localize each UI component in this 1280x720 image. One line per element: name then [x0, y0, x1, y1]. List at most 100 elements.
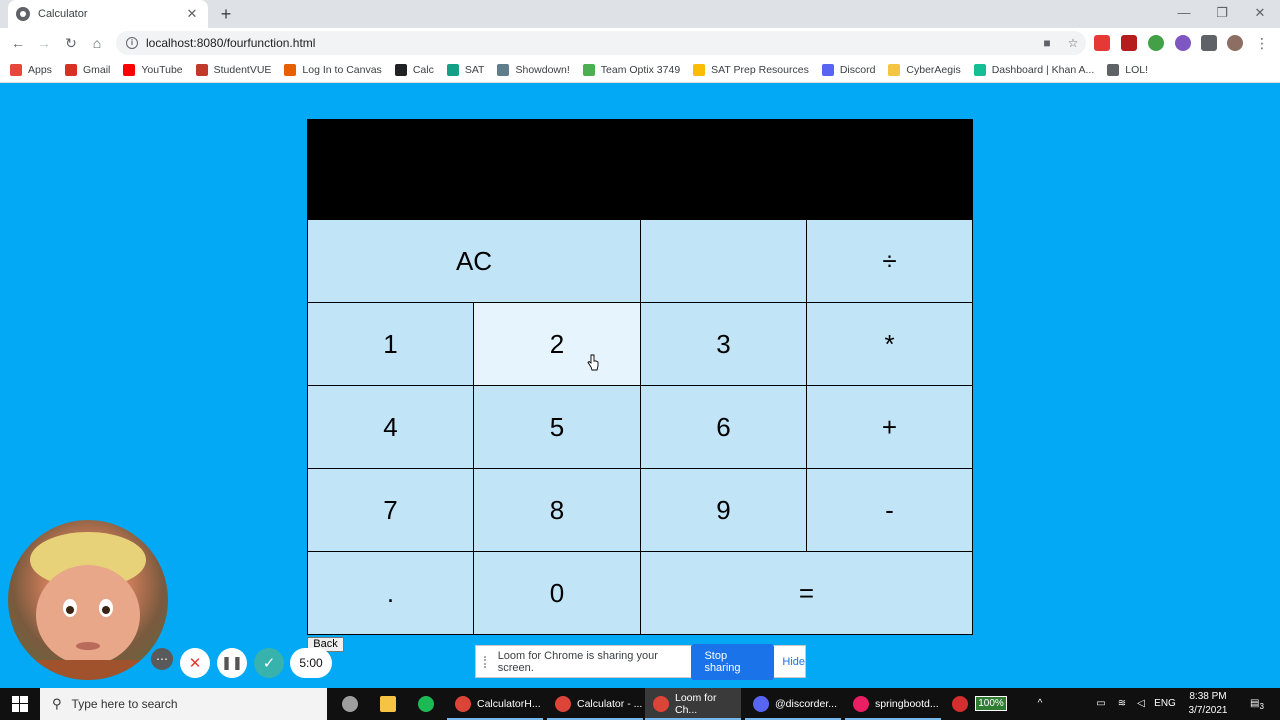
one-button[interactable]: 1: [307, 302, 474, 386]
star-icon[interactable]: ☆: [1060, 36, 1086, 50]
wifi-icon[interactable]: ≋: [1112, 688, 1132, 720]
reload-icon[interactable]: ↻: [61, 33, 81, 53]
app-icon: [555, 696, 571, 712]
bookmark-label: Calc: [412, 64, 434, 76]
search-icon: ⚲: [52, 696, 62, 711]
eight-button[interactable]: 8: [473, 468, 641, 552]
app-icon: [853, 696, 869, 712]
forward-arrow-icon[interactable]: →: [34, 33, 54, 53]
search-placeholder: Type here to search: [71, 697, 178, 711]
two-button[interactable]: 2: [473, 302, 641, 386]
pause-icon[interactable]: ❚❚: [217, 648, 247, 678]
bookmark-item[interactable]: Log In to Canvas: [284, 64, 382, 76]
clock[interactable]: 8:38 PM 3/7/2021: [1182, 690, 1234, 718]
bookmark-item[interactable]: Showdown!: [497, 64, 570, 76]
file-explorer-icon[interactable]: [372, 688, 402, 720]
bookmark-item[interactable]: StudentVUE: [195, 64, 271, 76]
taskbar-app-label: Loom for Ch...: [675, 692, 717, 716]
six-button[interactable]: 6: [640, 385, 807, 469]
menu-dots-icon[interactable]: ⋮: [1252, 33, 1272, 53]
extension-icon[interactable]: [1148, 35, 1164, 51]
profile-avatar[interactable]: [1227, 35, 1243, 51]
bookmark-item[interactable]: LOL!: [1107, 64, 1148, 76]
add-button[interactable]: +: [806, 385, 973, 469]
bookmark-label: SAT: [464, 64, 485, 76]
bookmark-item[interactable]: Team Optix 3749: [582, 64, 680, 76]
nine-button[interactable]: 9: [640, 468, 807, 552]
close-window-button[interactable]: ✕: [1241, 0, 1279, 28]
minimize-button[interactable]: —: [1165, 0, 1203, 28]
bookmark-item[interactable]: Dashboard | Khan A...: [973, 64, 1094, 76]
taskbar-search-input[interactable]: ⚲ Type here to search: [40, 688, 327, 720]
equals-button[interactable]: =: [640, 551, 973, 635]
more-options-icon[interactable]: ⋯: [151, 648, 173, 670]
hide-button[interactable]: Hide: [782, 656, 805, 668]
recording-timer: 5:00: [290, 648, 332, 678]
tab-close-icon[interactable]: ✕: [184, 6, 200, 22]
finish-check-icon[interactable]: ✓: [254, 648, 284, 678]
multiply-button[interactable]: *: [806, 302, 973, 386]
volume-icon[interactable]: ◁: [1132, 688, 1150, 720]
drag-handle-icon[interactable]: [484, 655, 490, 668]
webcam-avatar-image: [28, 532, 148, 680]
blank-button[interactable]: [640, 219, 807, 303]
bookmark-item[interactable]: Discord: [821, 64, 875, 76]
ac-button[interactable]: AC: [307, 219, 641, 303]
bookmark-icon: [284, 64, 297, 76]
bookmark-item[interactable]: SAT Prep Resources: [693, 64, 809, 76]
bookmark-item[interactable]: YouTube: [123, 64, 183, 76]
notification-center-icon[interactable]: ▤3: [1244, 688, 1270, 720]
url-text[interactable]: localhost:8080/fourfunction.html: [146, 36, 1034, 50]
taskbar-app[interactable]: CalculatorH...: [447, 688, 543, 720]
taskbar-app[interactable]: Calculator - ...: [547, 688, 643, 720]
taskbar-pinned-app[interactable]: [334, 688, 364, 720]
bookmark-item[interactable]: Gmail: [64, 64, 110, 76]
subtract-button[interactable]: -: [806, 468, 973, 552]
loom-webcam-bubble[interactable]: [8, 520, 168, 680]
tab-calculator[interactable]: Calculator ✕: [8, 0, 208, 28]
bookmark-item[interactable]: SAT: [446, 64, 485, 76]
chevron-up-icon[interactable]: ^: [1032, 688, 1048, 720]
new-tab-button[interactable]: +: [216, 4, 236, 24]
home-icon[interactable]: ⌂: [87, 33, 107, 53]
spotify-icon[interactable]: [410, 688, 440, 720]
taskbar-app-label: @discorder...: [775, 698, 838, 710]
youtube-extension-icon[interactable]: [1094, 35, 1110, 51]
loom-sharing-bar: Loom for Chrome is sharing your screen. …: [475, 643, 806, 680]
decimal-button[interactable]: .: [307, 551, 474, 635]
info-icon[interactable]: i: [126, 37, 138, 49]
cancel-recording-icon[interactable]: ✕: [180, 648, 210, 678]
extension-icon[interactable]: [1175, 35, 1191, 51]
taskbar-app[interactable]: springbootd...: [845, 688, 941, 720]
bookmark-label: CyberAegis: [906, 64, 961, 76]
taskbar-app[interactable]: Loom for Ch...: [645, 688, 741, 720]
zero-button[interactable]: 0: [473, 551, 641, 635]
app-icon: [653, 696, 669, 712]
calculator: AC ÷ 1 2 3 * 4 5 6 + 7 8 9 - . 0 =: [307, 119, 973, 635]
app-icon: [753, 696, 769, 712]
divide-button[interactable]: ÷: [806, 219, 973, 303]
stop-sharing-button[interactable]: Stop sharing: [691, 643, 775, 680]
address-bar[interactable]: i localhost:8080/fourfunction.html ■ ☆: [116, 31, 1086, 55]
tray-app-icon[interactable]: [950, 688, 970, 720]
back-arrow-icon[interactable]: ←: [8, 33, 28, 53]
battery-icon[interactable]: ▭: [1090, 688, 1112, 720]
taskbar-app[interactable]: @discorder...: [745, 688, 841, 720]
browser-toolbar: ← → ↻ ⌂ i localhost:8080/fourfunction.ht…: [0, 28, 1280, 58]
puzzle-icon[interactable]: [1201, 35, 1217, 51]
language-indicator[interactable]: ENG: [1153, 688, 1177, 720]
bookmark-item[interactable]: Apps: [10, 64, 52, 76]
maximize-button[interactable]: ❐: [1203, 0, 1241, 28]
three-button[interactable]: 3: [640, 302, 807, 386]
camera-icon[interactable]: ■: [1034, 36, 1060, 50]
seven-button[interactable]: 7: [307, 468, 474, 552]
five-button[interactable]: 5: [473, 385, 641, 469]
bookmark-item[interactable]: CyberAegis: [888, 64, 961, 76]
four-button[interactable]: 4: [307, 385, 474, 469]
bookmark-icon: [10, 64, 22, 76]
windows-start-icon[interactable]: [0, 688, 40, 720]
bookmark-item[interactable]: Calc: [394, 64, 434, 76]
ublock-extension-icon[interactable]: [1121, 35, 1137, 51]
bookmark-icon: [693, 64, 706, 76]
battery-percent[interactable]: 100%: [970, 688, 1012, 720]
